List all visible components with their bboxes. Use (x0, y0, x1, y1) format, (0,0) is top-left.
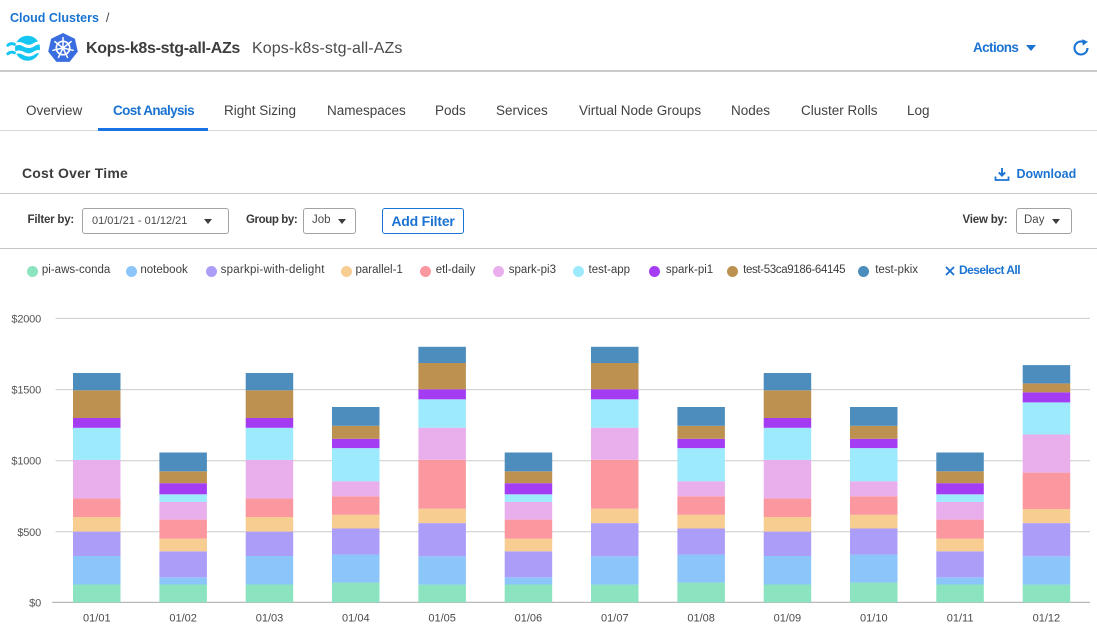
svg-text:01/07: 01/07 (601, 613, 629, 625)
svg-text:$500: $500 (17, 527, 41, 539)
svg-text:01/01: 01/01 (83, 613, 111, 625)
svg-text:$0: $0 (29, 597, 41, 609)
svg-text:01/09: 01/09 (774, 613, 802, 625)
svg-text:01/05: 01/05 (428, 613, 456, 625)
svg-text:$2000: $2000 (11, 313, 41, 325)
svg-text:01/08: 01/08 (687, 613, 715, 625)
svg-text:01/11: 01/11 (947, 613, 974, 625)
svg-text:01/04: 01/04 (342, 613, 370, 625)
svg-text:01/10: 01/10 (860, 613, 888, 625)
svg-text:01/06: 01/06 (515, 613, 543, 625)
svg-text:01/12: 01/12 (1033, 613, 1061, 625)
svg-text:$1500: $1500 (11, 385, 41, 397)
svg-text:01/02: 01/02 (169, 613, 197, 625)
svg-text:01/03: 01/03 (256, 613, 284, 625)
svg-text:$1000: $1000 (11, 456, 41, 468)
